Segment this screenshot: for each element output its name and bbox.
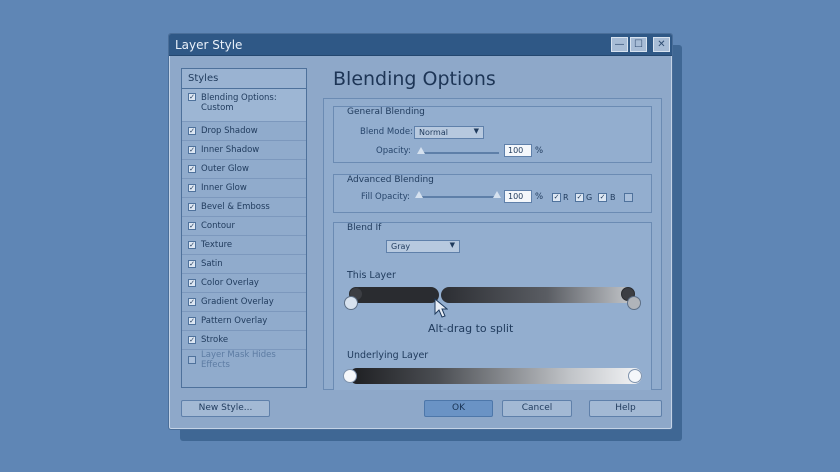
opacity-label: Opacity: bbox=[376, 146, 411, 156]
channel-g-checkbox[interactable]: ✓ bbox=[575, 193, 584, 202]
cancel-button[interactable]: Cancel bbox=[502, 400, 572, 417]
style-item-inner-shadow[interactable]: ✓ Inner Shadow bbox=[182, 141, 306, 160]
group-title: Advanced Blending bbox=[347, 175, 434, 185]
styles-panel: Styles ✓ Blending Options: Custom ✓ Drop … bbox=[181, 68, 307, 388]
help-button[interactable]: Help bbox=[589, 400, 662, 417]
blend-if-channel-select[interactable]: Gray ▼ bbox=[386, 240, 460, 253]
group-title: General Blending bbox=[347, 107, 425, 117]
style-item-label: Layer Mask Hides Effects bbox=[201, 349, 276, 370]
checkbox[interactable]: ✓ bbox=[188, 355, 196, 364]
checkbox[interactable]: ✓ bbox=[188, 222, 196, 230]
general-blending-group: General Blending Blend Mode: Normal ▼ Op… bbox=[333, 106, 652, 163]
channel-b-label: B bbox=[610, 193, 616, 202]
style-item-label: Gradient Overlay bbox=[201, 297, 274, 307]
styles-panel-title: Styles bbox=[182, 69, 306, 89]
channel-g-label: G bbox=[586, 193, 593, 202]
style-item-satin[interactable]: ✓ Satin bbox=[182, 255, 306, 274]
extra-channel-checkbox[interactable]: ✓ bbox=[624, 193, 633, 202]
chevron-down-icon: ▼ bbox=[473, 127, 479, 135]
style-item-outer-glow[interactable]: ✓ Outer Glow bbox=[182, 160, 306, 179]
checkbox[interactable]: ✓ bbox=[188, 184, 196, 192]
opacity-input[interactable]: 100 bbox=[504, 144, 532, 157]
style-item-blending-options[interactable]: ✓ Blending Options: Custom bbox=[182, 89, 306, 122]
fill-opacity-slider-track[interactable] bbox=[418, 196, 498, 198]
this-layer-gradient-right[interactable] bbox=[441, 287, 634, 303]
style-item-layer-mask-hides-effects[interactable]: ✓ Layer Mask Hides Effects bbox=[182, 349, 306, 370]
style-item-contour[interactable]: ✓ Contour bbox=[182, 217, 306, 236]
style-item-label: Contour bbox=[201, 221, 235, 231]
channel-r-checkbox[interactable]: ✓ bbox=[552, 193, 561, 202]
group-title: Blend If bbox=[347, 223, 382, 233]
underlying-black-handle[interactable] bbox=[343, 369, 357, 383]
opacity-unit: % bbox=[535, 146, 544, 156]
this-layer-label: This Layer bbox=[347, 270, 396, 281]
opacity-slider-thumb[interactable] bbox=[417, 147, 425, 154]
this-layer-white-handle-bottom[interactable] bbox=[627, 296, 641, 310]
style-item-label: Stroke bbox=[201, 335, 229, 345]
channel-b-checkbox[interactable]: ✓ bbox=[598, 193, 607, 202]
maximize-button[interactable]: ☐ bbox=[630, 37, 647, 52]
checkbox[interactable]: ✓ bbox=[188, 317, 196, 325]
mouse-cursor-icon bbox=[434, 298, 448, 318]
style-item-label: Texture bbox=[201, 240, 233, 250]
style-item-label: Satin bbox=[201, 259, 223, 269]
underlying-white-handle[interactable] bbox=[628, 369, 642, 383]
this-layer-gradient-left[interactable] bbox=[351, 287, 439, 303]
split-tooltip: Alt-drag to split bbox=[428, 322, 514, 335]
checkbox[interactable]: ✓ bbox=[188, 127, 196, 135]
style-item-bevel-emboss[interactable]: ✓ Bevel & Emboss bbox=[182, 198, 306, 217]
style-item-label: Pattern Overlay bbox=[201, 316, 268, 326]
advanced-blending-group: Advanced Blending Fill Opacity: 100 % ✓ … bbox=[333, 174, 652, 213]
style-item-inner-glow[interactable]: ✓ Inner Glow bbox=[182, 179, 306, 198]
fill-opacity-slider-thumb-left[interactable] bbox=[415, 191, 423, 198]
layer-style-dialog: Layer Style — ☐ ✕ Styles ✓ Blending Opti… bbox=[168, 33, 673, 430]
style-item-gradient-overlay[interactable]: ✓ Gradient Overlay bbox=[182, 293, 306, 312]
checkbox[interactable]: ✓ bbox=[188, 241, 196, 249]
checkbox[interactable]: ✓ bbox=[188, 298, 196, 306]
style-item-label: Outer Glow bbox=[201, 164, 249, 174]
style-item-label: Drop Shadow bbox=[201, 126, 258, 136]
style-item-label: Blending Options: Custom bbox=[201, 93, 277, 113]
style-item-pattern-overlay[interactable]: ✓ Pattern Overlay bbox=[182, 312, 306, 331]
window-title: Layer Style bbox=[175, 38, 243, 52]
fill-opacity-label: Fill Opacity: bbox=[361, 192, 410, 202]
minimize-button[interactable]: — bbox=[611, 37, 628, 52]
new-style-button[interactable]: New Style... bbox=[181, 400, 270, 417]
fill-opacity-unit: % bbox=[535, 192, 544, 202]
style-item-label: Inner Shadow bbox=[201, 145, 260, 155]
checkbox[interactable]: ✓ bbox=[188, 260, 196, 268]
checkbox[interactable]: ✓ bbox=[188, 93, 196, 101]
style-item-drop-shadow[interactable]: ✓ Drop Shadow bbox=[182, 122, 306, 141]
close-button[interactable]: ✕ bbox=[653, 37, 670, 52]
ok-button[interactable]: OK bbox=[424, 400, 493, 417]
blend-if-group: Blend If Gray ▼ This Layer Alt-drag to s… bbox=[333, 222, 652, 390]
style-item-stroke[interactable]: ✓ Stroke bbox=[182, 331, 306, 350]
fill-opacity-input[interactable]: 100 bbox=[504, 190, 532, 203]
checkbox[interactable]: ✓ bbox=[188, 279, 196, 287]
chevron-down-icon: ▼ bbox=[449, 241, 455, 249]
page-title: Blending Options bbox=[333, 68, 496, 90]
style-item-label: Color Overlay bbox=[201, 278, 259, 288]
blend-mode-select[interactable]: Normal ▼ bbox=[414, 126, 484, 139]
blend-mode-label: Blend Mode: bbox=[360, 127, 413, 137]
checkbox[interactable]: ✓ bbox=[188, 203, 196, 211]
checkbox[interactable]: ✓ bbox=[188, 146, 196, 154]
underlying-layer-label: Underlying Layer bbox=[347, 350, 429, 361]
title-bar[interactable]: Layer Style — ☐ ✕ bbox=[169, 34, 672, 56]
checkbox[interactable]: ✓ bbox=[188, 336, 196, 344]
channel-r-label: R bbox=[563, 193, 569, 202]
blending-options-panel: General Blending Blend Mode: Normal ▼ Op… bbox=[323, 98, 662, 390]
style-item-label: Bevel & Emboss bbox=[201, 202, 270, 212]
this-layer-black-handle-bottom[interactable] bbox=[344, 296, 358, 310]
style-item-texture[interactable]: ✓ Texture bbox=[182, 236, 306, 255]
checkbox[interactable]: ✓ bbox=[188, 165, 196, 173]
opacity-slider-track[interactable] bbox=[419, 152, 499, 154]
style-item-color-overlay[interactable]: ✓ Color Overlay bbox=[182, 274, 306, 293]
underlying-layer-gradient[interactable] bbox=[349, 368, 642, 384]
fill-opacity-slider-thumb-right[interactable] bbox=[493, 191, 501, 198]
style-item-label: Inner Glow bbox=[201, 183, 247, 193]
